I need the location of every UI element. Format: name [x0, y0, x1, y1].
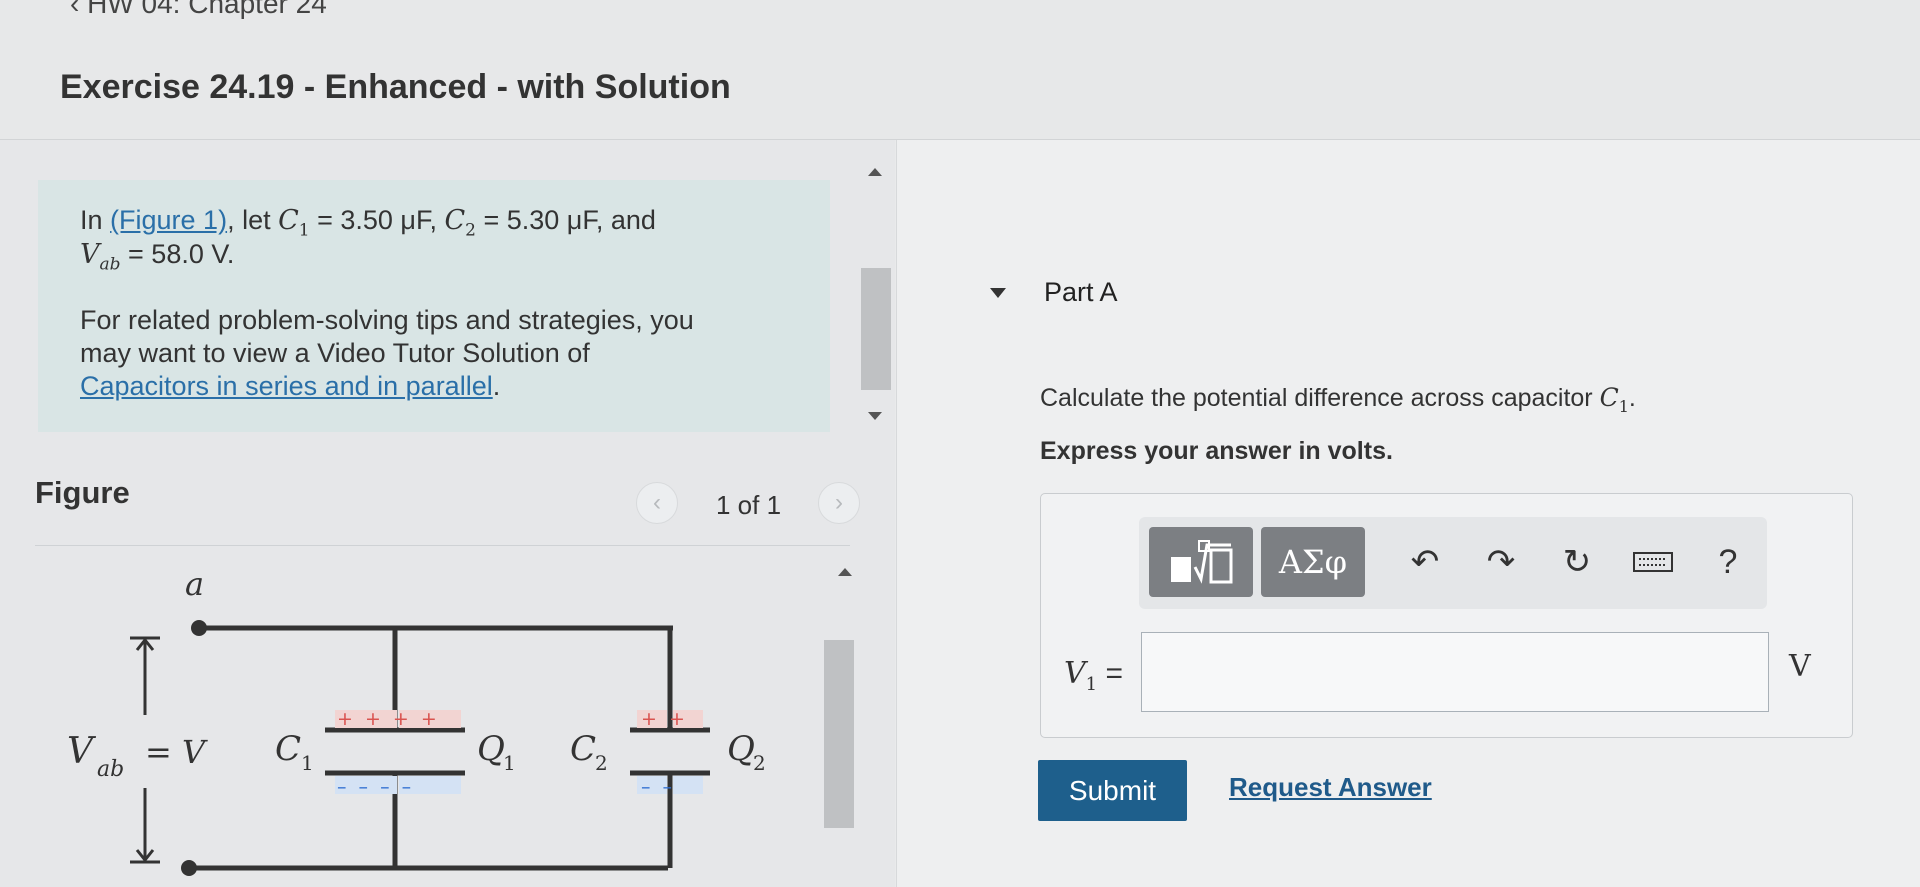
problem-scrollbar[interactable] — [855, 140, 895, 420]
math-template-icon — [1171, 540, 1233, 584]
answer-variable-label: V1 = — [1064, 656, 1123, 695]
node-a-label: a — [185, 565, 204, 603]
tip-line-2: may want to view a Video Tutor Solution … — [80, 338, 590, 368]
problem-scroll-thumb[interactable] — [861, 268, 891, 390]
c1-subscript: 1 — [301, 751, 314, 775]
video-tutor-link[interactable]: Capacitors in series and in parallel — [80, 371, 493, 401]
reset-button[interactable]: ↻ — [1553, 537, 1601, 587]
c2-subscript: 2 — [595, 751, 608, 775]
keyboard-button[interactable] — [1629, 537, 1677, 587]
help-button[interactable]: ? — [1704, 537, 1752, 587]
problem-line-2: Vab = 58.0 V. — [80, 239, 235, 275]
q1-subscript: 1 — [503, 751, 516, 775]
c2-plus-signs: + + — [641, 708, 688, 730]
undo-icon: ↶ — [1410, 543, 1440, 581]
tip-line-1: For related problem-solving tips and str… — [80, 305, 694, 335]
c1-minus-signs: – – – – — [337, 776, 414, 798]
capacitor-circuit-diagram: + + + + – – – – + + – – a V ab = V C 1 Q… — [67, 565, 766, 876]
equals-v-label: = V — [145, 733, 208, 771]
vab-symbol: V — [67, 731, 97, 772]
q1-label: Q — [477, 729, 505, 769]
node-b-terminal — [181, 860, 197, 876]
answer-instruction: Express your answer in volts. — [1040, 437, 1393, 465]
figure-link[interactable]: (Figure 1) — [110, 205, 227, 235]
submit-button[interactable]: Submit — [1038, 760, 1187, 821]
c1-plus-signs: + + + + — [337, 708, 440, 730]
c2-label: C — [570, 729, 596, 769]
collapse-caret-icon[interactable] — [990, 288, 1006, 298]
answer-input[interactable] — [1141, 632, 1769, 712]
redo-icon: ↷ — [1486, 543, 1516, 581]
figure-scroll-thumb[interactable] — [824, 640, 854, 828]
node-a-terminal — [191, 620, 207, 636]
scroll-up-arrow-icon[interactable] — [868, 168, 882, 176]
previous-figure-button[interactable]: ‹ — [636, 482, 678, 524]
tip-line-3: Capacitors in series and in parallel. — [80, 371, 501, 401]
c1-label: C — [275, 729, 301, 769]
top-header: ‹ HW 04: Chapter 24 Exercise 24.19 - Enh… — [0, 0, 1920, 140]
q2-label: Q — [727, 729, 755, 769]
figure-divider — [35, 545, 850, 546]
c2-minus-signs: – – — [641, 776, 675, 798]
chevron-left-icon: ‹ — [653, 489, 661, 516]
right-pane: Part A Calculate the potential differenc… — [896, 140, 1920, 887]
redo-button[interactable]: ↷ — [1477, 537, 1525, 587]
math-toolbar: ΑΣφ ↶ ↷ ↻ ? — [1139, 517, 1767, 609]
figure-heading: Figure — [35, 475, 130, 510]
left-pane: In (Figure 1), let C1 = 3.50 μF, C2 = 5.… — [0, 140, 895, 887]
vab-subscript: ab — [97, 757, 124, 782]
request-answer-link[interactable]: Request Answer — [1229, 772, 1432, 803]
answer-unit: V — [1789, 649, 1811, 684]
problem-statement: In (Figure 1), let C1 = 3.50 μF, C2 = 5.… — [38, 180, 830, 432]
question-text: Calculate the potential difference acros… — [1040, 383, 1636, 416]
back-chevron-icon: ‹ — [70, 0, 80, 19]
figure-scrollbar[interactable] — [818, 410, 895, 887]
back-to-assignment-link[interactable]: ‹ HW 04: Chapter 24 — [70, 0, 327, 20]
reset-icon: ↻ — [1562, 543, 1592, 581]
figure-scroll-up-arrow-icon[interactable] — [838, 568, 852, 576]
q2-subscript: 2 — [753, 751, 766, 775]
undo-button[interactable]: ↶ — [1401, 537, 1449, 587]
page-title: Exercise 24.19 - Enhanced - with Solutio… — [60, 68, 731, 106]
answer-box: ΑΣφ ↶ ↷ ↻ ? V1 = V — [1040, 493, 1853, 738]
figure-page-indicator: 1 of 1 — [716, 490, 782, 520]
c2-right-minus-charge — [673, 776, 703, 794]
math-template-button[interactable] — [1149, 527, 1253, 597]
part-title[interactable]: Part A — [1044, 277, 1118, 308]
greek-symbols-button[interactable]: ΑΣφ — [1261, 527, 1365, 597]
keyboard-icon — [1633, 552, 1673, 572]
